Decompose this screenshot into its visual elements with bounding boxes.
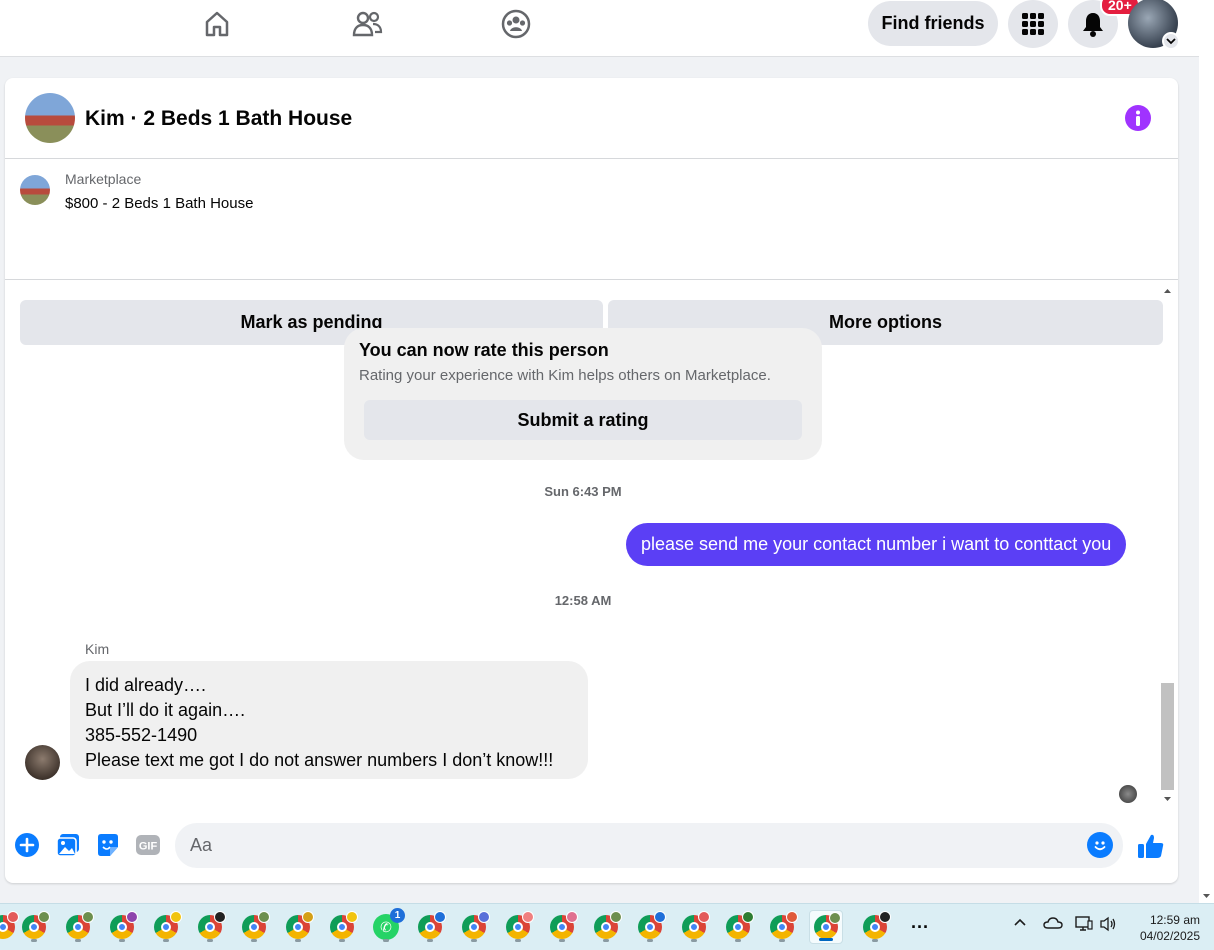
- message-timestamp: Sun 6:43 PM: [544, 484, 622, 499]
- scrollbar-thumb[interactable]: [1161, 683, 1174, 790]
- whatsapp-badge: 1: [390, 908, 405, 923]
- message-input[interactable]: [175, 823, 1123, 868]
- taskbar-chrome-app[interactable]: [501, 910, 535, 944]
- listing-source: Marketplace: [65, 171, 142, 187]
- grid-menu-icon: [1022, 13, 1044, 35]
- home-icon[interactable]: [200, 7, 234, 41]
- friends-icon[interactable]: [350, 7, 384, 41]
- menu-button[interactable]: [1008, 0, 1058, 48]
- taskbar-chrome-app[interactable]: [457, 910, 491, 944]
- outgoing-message[interactable]: please send me your contact number i wan…: [626, 523, 1127, 566]
- seen-receipt-avatar: [1119, 785, 1137, 803]
- taskbar-chrome-app[interactable]: [325, 910, 359, 944]
- taskbar-chrome-app[interactable]: [677, 910, 711, 944]
- windows-taskbar: ✆ 1 ··· 12:59 am 04/02/2025: [0, 903, 1214, 950]
- taskbar-whatsapp-app[interactable]: ✆ 1: [369, 908, 405, 944]
- gif-label: GIF: [139, 841, 158, 853]
- emoji-icon[interactable]: [1087, 832, 1113, 858]
- bell-icon: [1083, 13, 1103, 37]
- taskbar-chrome-app[interactable]: [281, 910, 315, 944]
- rating-card-title: You can now rate this person: [359, 340, 609, 360]
- find-friends-button[interactable]: Find friends: [868, 1, 998, 46]
- message-line: But I’ll do it again….: [85, 700, 246, 720]
- listing-thumbnail[interactable]: [20, 175, 50, 205]
- taskbar-chrome-app[interactable]: [61, 910, 95, 944]
- chevron-down-icon[interactable]: [1162, 32, 1180, 50]
- message-line: Please text me got I do not answer numbe…: [85, 750, 554, 770]
- volume-icon[interactable]: [1100, 916, 1118, 935]
- photo-icon[interactable]: [54, 831, 82, 859]
- clock-date: 04/02/2025: [1139, 929, 1200, 943]
- message-timestamp: 12:58 AM: [554, 593, 612, 608]
- chat-header: Kim · 2 Beds 1 Bath House: [5, 78, 1178, 159]
- top-navigation-bar: Find friends 20+: [0, 0, 1199, 57]
- taskbar-chrome-app-active[interactable]: [809, 910, 843, 944]
- taskbar-chrome-app[interactable]: [721, 910, 755, 944]
- taskbar-overflow-button[interactable]: ···: [903, 910, 937, 944]
- taskbar-chrome-app[interactable]: [105, 910, 139, 944]
- chat-panel: Kim · 2 Beds 1 Bath House Marketplace $8…: [5, 78, 1178, 883]
- taskbar-chrome-app[interactable]: [413, 910, 447, 944]
- network-icon[interactable]: [1075, 916, 1093, 935]
- taskbar-chrome-app[interactable]: [545, 910, 579, 944]
- message-line: 385-552-1490: [85, 725, 198, 745]
- page-scrollbar[interactable]: [1199, 0, 1214, 903]
- taskbar-chrome-app[interactable]: [149, 910, 183, 944]
- gif-icon[interactable]: GIF: [134, 831, 162, 859]
- plus-icon[interactable]: [13, 831, 41, 859]
- cloud-icon[interactable]: [1043, 916, 1063, 933]
- listing-summary: Marketplace $800 - 2 Beds 1 Bath House M…: [5, 160, 1178, 345]
- sender-avatar[interactable]: [25, 745, 60, 780]
- submit-rating-button[interactable]: Submit a rating: [364, 400, 802, 440]
- chat-title[interactable]: Kim · 2 Beds 1 Bath House: [85, 107, 352, 131]
- groups-icon[interactable]: [499, 7, 533, 41]
- taskbar-chrome-app[interactable]: [633, 910, 667, 944]
- sender-name: Kim: [85, 641, 110, 657]
- thumbs-up-icon[interactable]: [1135, 830, 1167, 862]
- taskbar-chrome-app[interactable]: [193, 910, 227, 944]
- whatsapp-icon: ✆ 1: [373, 908, 405, 940]
- taskbar-chrome-app[interactable]: [17, 910, 51, 944]
- incoming-message[interactable]: I did already…. But I’ll do it again…. 3…: [70, 661, 588, 779]
- taskbar-chrome-app[interactable]: [237, 910, 271, 944]
- taskbar-chrome-app[interactable]: [858, 910, 892, 944]
- clock-time: 12:59 am: [1149, 913, 1200, 927]
- rating-card: You can now rate this person Rating your…: [344, 328, 822, 460]
- message-line: I did already….: [85, 675, 207, 695]
- chevron-up-icon[interactable]: [1013, 916, 1027, 933]
- taskbar-chrome-app[interactable]: [589, 910, 623, 944]
- sticker-icon[interactable]: [94, 831, 122, 859]
- info-icon[interactable]: [1125, 105, 1151, 131]
- rating-card-subtitle: Rating your experience with Kim helps ot…: [359, 367, 771, 384]
- listing-avatar[interactable]: [25, 93, 75, 143]
- taskbar-chrome-app[interactable]: [765, 910, 799, 944]
- listing-title[interactable]: $800 - 2 Beds 1 Bath House: [65, 195, 253, 212]
- system-clock[interactable]: 12:59 am 04/02/2025: [1130, 912, 1200, 944]
